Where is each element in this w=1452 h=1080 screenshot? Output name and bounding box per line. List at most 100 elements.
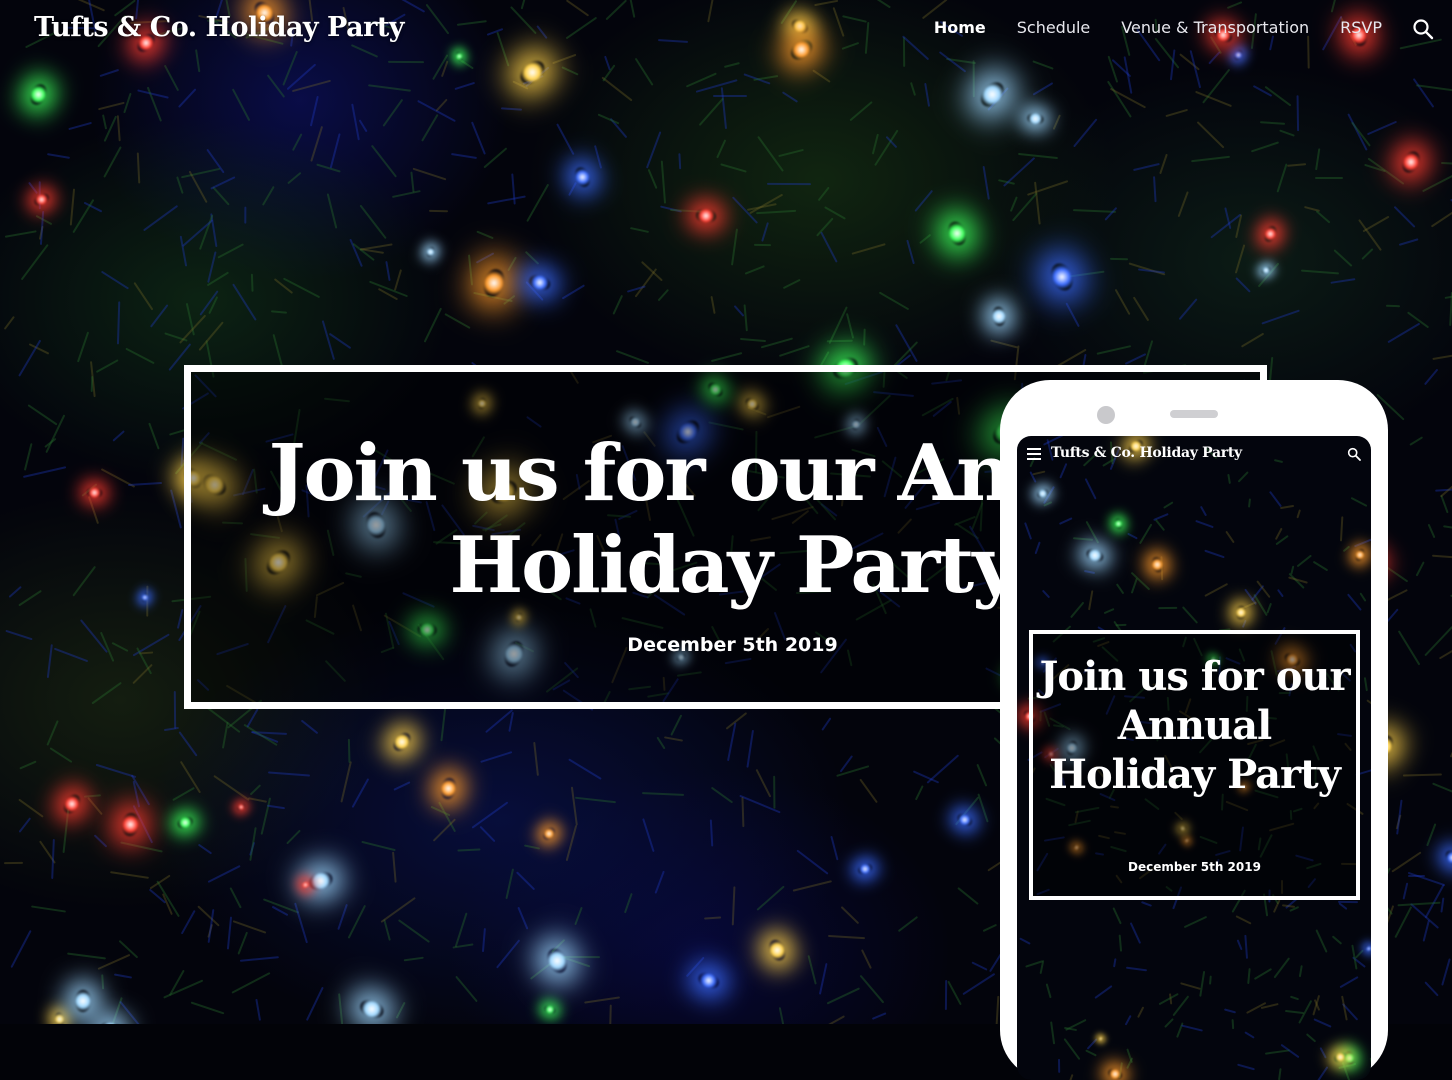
pine-needle bbox=[1033, 61, 1054, 70]
pine-needle bbox=[31, 905, 66, 912]
search-icon[interactable] bbox=[1412, 18, 1434, 40]
pine-needle bbox=[226, 916, 231, 949]
string-light bbox=[1027, 112, 1044, 125]
pine-needle bbox=[1224, 1009, 1236, 1014]
pine-needle bbox=[1137, 1006, 1144, 1017]
pine-needle bbox=[310, 126, 323, 162]
pine-needle bbox=[471, 121, 486, 154]
pine-needle bbox=[732, 887, 736, 926]
pine-needle bbox=[1084, 570, 1095, 574]
pine-needle bbox=[598, 113, 620, 124]
pine-needle bbox=[87, 496, 98, 524]
string-light bbox=[426, 246, 437, 258]
pine-needle bbox=[1195, 91, 1232, 108]
mobile-search-icon[interactable] bbox=[1347, 446, 1361, 460]
pine-needle bbox=[524, 844, 540, 849]
pine-needle bbox=[1003, 157, 1035, 187]
site-title[interactable]: Tufts & Co. Holiday Party bbox=[34, 12, 404, 43]
string-light bbox=[390, 730, 414, 754]
pine-needle bbox=[23, 466, 66, 478]
pine-needle bbox=[468, 255, 473, 286]
pine-needle bbox=[1237, 471, 1248, 483]
pine-needle bbox=[724, 62, 740, 68]
hamburger-menu-icon[interactable] bbox=[1027, 448, 1041, 460]
pine-needle bbox=[526, 183, 549, 222]
pine-needle bbox=[352, 778, 370, 808]
pine-needle bbox=[1363, 216, 1390, 233]
pine-needle bbox=[361, 841, 395, 851]
pine-needle bbox=[128, 481, 162, 485]
pine-needle bbox=[454, 82, 475, 90]
pine-needle bbox=[179, 731, 198, 757]
pine-needle bbox=[170, 490, 182, 529]
pine-needle bbox=[207, 865, 240, 883]
pine-needle bbox=[102, 115, 107, 130]
nav-schedule[interactable]: Schedule bbox=[1017, 18, 1091, 37]
pine-needle bbox=[711, 787, 733, 804]
pine-needle bbox=[49, 747, 72, 763]
mobile-site-title[interactable]: Tufts & Co. Holiday Party bbox=[1051, 445, 1242, 461]
pine-needle bbox=[1127, 1058, 1134, 1069]
pine-needle bbox=[249, 784, 261, 796]
pine-needle bbox=[1113, 907, 1123, 925]
pine-needle bbox=[1441, 162, 1452, 166]
pine-needle bbox=[393, 781, 410, 791]
string-light bbox=[306, 869, 335, 893]
pine-needle bbox=[1290, 565, 1294, 574]
pine-needle bbox=[654, 871, 664, 894]
pine-needle bbox=[569, 758, 602, 779]
pine-needle bbox=[53, 648, 87, 663]
pine-needle bbox=[1315, 211, 1330, 225]
pine-needle bbox=[321, 320, 334, 360]
pine-needle bbox=[329, 332, 352, 349]
pine-needle bbox=[1315, 1066, 1328, 1080]
pine-needle bbox=[972, 61, 974, 98]
mobile-hero-banner: Join us for our Annual Holiday Party Dec… bbox=[1029, 630, 1360, 900]
string-light bbox=[1354, 548, 1366, 562]
pine-needle bbox=[1178, 192, 1189, 218]
pine-needle bbox=[429, 210, 448, 212]
string-light bbox=[1085, 546, 1105, 563]
pine-needle bbox=[28, 182, 38, 195]
pine-needle bbox=[661, 160, 666, 203]
pine-needle bbox=[1010, 196, 1018, 211]
pine-needle bbox=[818, 963, 827, 995]
pine-needle bbox=[21, 244, 49, 280]
pine-needle bbox=[294, 903, 308, 944]
pine-needle bbox=[1119, 935, 1122, 952]
pine-needle bbox=[821, 717, 831, 730]
pine-needle bbox=[1285, 1010, 1304, 1014]
pine-needle bbox=[24, 443, 33, 471]
pine-needle bbox=[114, 973, 132, 978]
pine-needle bbox=[1253, 968, 1271, 980]
pine-needle bbox=[1273, 957, 1290, 978]
pine-needle bbox=[1058, 1059, 1060, 1073]
pine-needle bbox=[609, 1004, 612, 1024]
pine-needle bbox=[505, 868, 514, 899]
pine-needle bbox=[445, 313, 471, 329]
pine-needle bbox=[507, 256, 517, 271]
pine-needle bbox=[1248, 498, 1251, 507]
string-light bbox=[544, 945, 571, 976]
pine-needle bbox=[99, 68, 119, 76]
phone-screen: Tufts & Co. Holiday Party Join us for ou… bbox=[1017, 436, 1371, 1080]
nav-home[interactable]: Home bbox=[934, 18, 986, 37]
pine-needle bbox=[1178, 298, 1197, 320]
pine-needle bbox=[1242, 332, 1265, 347]
pine-needle bbox=[1153, 176, 1157, 202]
pine-needle bbox=[326, 193, 337, 228]
pine-needle bbox=[1424, 369, 1438, 386]
pine-needle bbox=[630, 227, 649, 233]
pine-needle bbox=[1387, 322, 1420, 343]
pine-needle bbox=[1059, 463, 1067, 479]
pine-needle bbox=[1358, 219, 1382, 251]
pine-needle bbox=[349, 239, 363, 268]
nav-rsvp[interactable]: RSVP bbox=[1340, 18, 1382, 37]
pine-needle bbox=[268, 771, 310, 776]
pine-needle bbox=[396, 1002, 406, 1019]
nav-venue-transportation[interactable]: Venue & Transportation bbox=[1121, 18, 1309, 37]
pine-needle bbox=[613, 295, 624, 315]
pine-needle bbox=[1109, 88, 1145, 109]
pine-needle bbox=[1096, 345, 1131, 355]
pine-needle bbox=[18, 817, 30, 832]
